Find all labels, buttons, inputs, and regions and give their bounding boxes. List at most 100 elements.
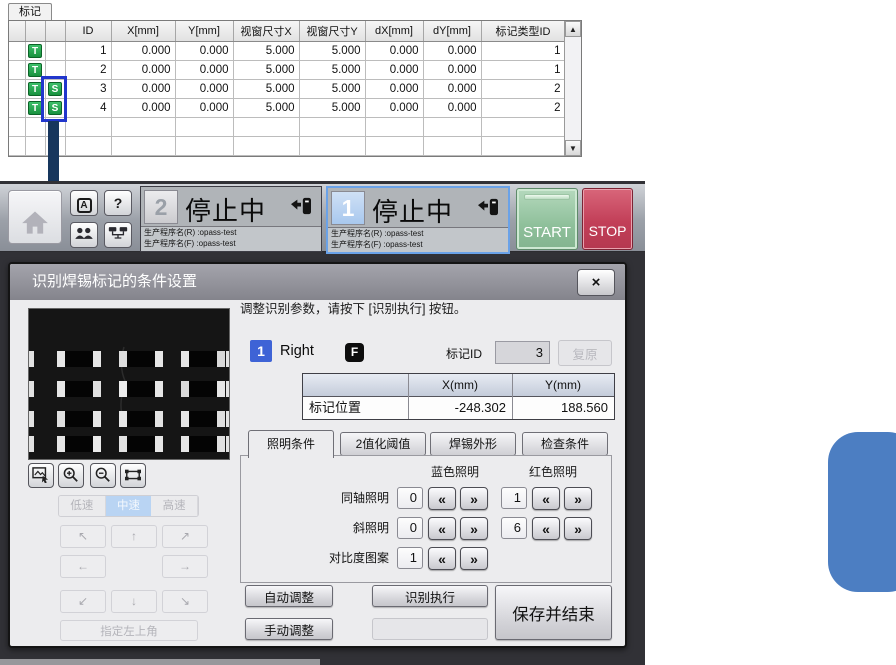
capture-image-button[interactable] <box>28 463 54 488</box>
coaxial-red-decrease-button[interactable]: « <box>532 487 560 510</box>
machine2-status-panel[interactable]: 2 停止中 生产程序名(R) :opass-test 生产程序名(F) :opa… <box>140 186 322 252</box>
coaxial-blue-increase-button[interactable]: » <box>460 487 488 510</box>
close-button[interactable]: × <box>577 269 615 296</box>
help-button[interactable]: ? <box>104 190 132 216</box>
table-row-empty[interactable] <box>9 117 565 136</box>
jog-down-left-button[interactable]: ↙ <box>60 590 106 613</box>
col-t <box>25 21 45 41</box>
auto-mode-icon: A <box>77 198 92 213</box>
tab-inspection-conditions[interactable]: 检查条件 <box>522 432 608 456</box>
mark-t-icon[interactable]: T <box>28 101 42 115</box>
mark-t-icon[interactable]: T <box>28 63 42 77</box>
auto-adjust-button[interactable]: 自动调整 <box>245 585 333 607</box>
home-icon <box>21 223 49 238</box>
jog-left-button[interactable]: ← <box>60 555 106 578</box>
contrast-pattern-label: 对比度图案 <box>241 547 389 569</box>
coaxial-blue-value[interactable]: 0 <box>397 487 423 509</box>
tab-illumination[interactable]: 照明条件 <box>248 430 334 458</box>
oblique-red-increase-button[interactable]: » <box>564 517 592 540</box>
machine2-program-names: 生产程序名(R) :opass-test 生产程序名(F) :opass-tes… <box>141 226 321 251</box>
scroll-up-button[interactable]: ▲ <box>565 21 581 37</box>
zoom-in-icon <box>62 471 80 486</box>
auto-mode-button[interactable]: A <box>70 190 98 216</box>
instruction-text: 调整识别参数，请按下 [识别执行] 按钮。 <box>240 298 466 317</box>
start-button[interactable]: START <box>516 188 578 250</box>
network-button[interactable] <box>104 222 132 248</box>
table-row[interactable]: T S 4 0.000 0.000 5.000 5.000 0.000 0.00… <box>9 98 565 117</box>
oblique-blue-value[interactable]: 0 <box>397 517 423 539</box>
contrast-pattern-decrease-button[interactable]: « <box>428 547 456 570</box>
machine2-status: 停止中 <box>185 191 266 228</box>
tab-marks[interactable]: 标记 <box>8 3 52 21</box>
network-icon <box>108 227 128 243</box>
mark-id-field[interactable]: 3 <box>495 341 550 364</box>
start-indicator <box>524 194 570 200</box>
machine-screen: A ? 2 停止中 生产程序名(R) :opass-test 生产程序名(F) … <box>0 181 645 665</box>
tab-solder-shape[interactable]: 焊锡外形 <box>430 432 516 456</box>
save-and-finish-button[interactable]: 保存并结束 <box>495 585 612 640</box>
zoom-out-button[interactable] <box>90 463 116 488</box>
table-row[interactable]: T 2 0.000 0.000 5.000 5.000 0.000 0.000 … <box>9 60 565 79</box>
stop-button[interactable]: STOP <box>582 188 633 250</box>
mark-position-x: -248.302 <box>408 397 512 419</box>
capture-image-icon <box>32 471 50 486</box>
machine1-number: 1 <box>331 191 365 225</box>
help-icon: ? <box>114 195 123 211</box>
speed-low[interactable]: 低速 <box>59 496 106 516</box>
restore-button[interactable]: 复原 <box>558 340 612 366</box>
jog-down-right-button[interactable]: ↘ <box>162 590 208 613</box>
jog-down-button[interactable]: ↓ <box>111 590 157 613</box>
col-dy: dY[mm] <box>423 21 481 41</box>
table-row-empty[interactable] <box>9 136 565 155</box>
jog-up-left-button[interactable]: ↖ <box>60 525 106 548</box>
coaxial-red-increase-button[interactable]: » <box>564 487 592 510</box>
contrast-pattern-value[interactable]: 1 <box>397 547 423 569</box>
jog-up-button[interactable]: ↑ <box>111 525 157 548</box>
vertical-scrollbar[interactable]: ▲ ▼ <box>564 21 581 156</box>
side-label: Right <box>280 343 314 359</box>
users-button[interactable] <box>70 222 98 248</box>
users-icon <box>74 227 94 243</box>
jog-speed-selector: 低速 中速 高速 <box>58 495 199 517</box>
machine1-status-panel[interactable]: 1 停止中 生产程序名(R) :opass-test 生产程序名(F) :opa… <box>326 186 510 254</box>
coaxial-blue-decrease-button[interactable]: « <box>428 487 456 510</box>
jog-up-right-button[interactable]: ↗ <box>162 525 208 548</box>
position-header-y: Y(mm) <box>512 374 614 397</box>
hand-stop-icon <box>289 196 313 221</box>
jog-right-button[interactable]: → <box>162 555 208 578</box>
bottom-strip <box>0 659 320 665</box>
camera-view[interactable] <box>28 308 230 460</box>
mark-id-label: 标记ID <box>446 345 482 362</box>
oblique-red-decrease-button[interactable]: « <box>532 517 560 540</box>
result-placeholder-button[interactable] <box>372 618 488 640</box>
table-row[interactable]: T 1 0.000 0.000 5.000 5.000 0.000 0.000 … <box>9 41 565 60</box>
program-name-r: 生产程序名(R) :opass-test <box>331 229 505 240</box>
oblique-blue-increase-button[interactable]: » <box>460 517 488 540</box>
fit-view-button[interactable] <box>120 463 146 488</box>
speed-high[interactable]: 高速 <box>151 496 198 516</box>
recognition-execute-button[interactable]: 识别执行 <box>372 585 488 607</box>
oblique-red-value[interactable]: 6 <box>501 517 527 539</box>
machine2-number: 2 <box>144 190 178 224</box>
zoom-in-button[interactable] <box>58 463 84 488</box>
marks-grid: ID X[mm] Y[mm] 视窗尺寸X 视窗尺寸Y dX[mm] dY[mm]… <box>9 21 566 156</box>
speed-medium[interactable]: 中速 <box>106 496 152 516</box>
table-row[interactable]: T S 3 0.000 0.000 5.000 5.000 0.000 0.00… <box>9 79 565 98</box>
solder-mark-settings-dialog: 识别焊锡标记的条件设置 × <box>8 262 627 648</box>
specify-top-left-corner-button[interactable]: 指定左上角 <box>60 620 198 641</box>
position-header-x: X(mm) <box>408 374 512 397</box>
col-selector <box>9 21 25 41</box>
coaxial-red-value[interactable]: 1 <box>501 487 527 509</box>
scroll-down-button[interactable]: ▼ <box>565 140 581 156</box>
manual-adjust-button[interactable]: 手动调整 <box>245 618 333 640</box>
selection-highlight-box <box>41 76 67 122</box>
mark-t-icon[interactable]: T <box>28 44 42 58</box>
contrast-pattern-increase-button[interactable]: » <box>460 547 488 570</box>
home-button[interactable] <box>8 190 62 244</box>
illumination-panel: 蓝色照明 红色照明 同轴照明 0 « » 1 « » 斜照明 0 « » 6 «… <box>240 455 612 583</box>
mark-t-icon[interactable]: T <box>28 82 42 96</box>
zoom-out-icon <box>94 471 112 486</box>
tab-binarization-threshold[interactable]: 2值化阈值 <box>340 432 426 456</box>
oblique-blue-decrease-button[interactable]: « <box>428 517 456 540</box>
position-row-label: 标记位置 <box>303 397 408 419</box>
